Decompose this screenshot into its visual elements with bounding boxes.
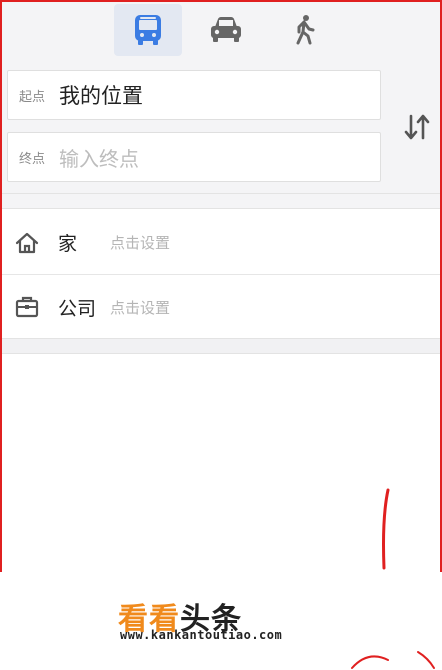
- start-label: 起点: [19, 89, 46, 105]
- saved-places-list: 家 点击设置 公司 点击设置: [2, 208, 440, 338]
- work-hint: 点击设置: [110, 298, 171, 317]
- section-gap: [2, 194, 440, 208]
- walk-icon: [296, 15, 315, 45]
- car-icon: [211, 17, 241, 42]
- watermark-url: www.kankantoutiao.com: [120, 628, 283, 642]
- red-scribble-mark: [382, 488, 390, 570]
- car-mode-tab[interactable]: [192, 4, 260, 56]
- red-arc-mark: [351, 651, 435, 669]
- home-place-item[interactable]: 家 点击设置: [2, 211, 440, 275]
- bus-mode-tab[interactable]: [114, 4, 182, 56]
- walk-mode-tab[interactable]: [270, 4, 338, 56]
- swap-icon: [404, 114, 430, 140]
- home-icon: [14, 230, 40, 256]
- briefcase-icon: [14, 294, 40, 320]
- list-footer-strip: [2, 338, 440, 354]
- destination-placeholder: 输入终点: [59, 146, 139, 171]
- home-label: 家: [58, 233, 78, 255]
- transport-mode-bar: [2, 2, 440, 60]
- route-panel: 起点 我的位置 终点 输入终点: [2, 60, 440, 194]
- work-label: 公司: [58, 297, 97, 320]
- start-value: 我的位置: [59, 84, 143, 108]
- destination-field[interactable]: 终点 输入终点: [7, 132, 381, 182]
- start-field[interactable]: 起点 我的位置: [7, 70, 381, 120]
- home-hint: 点击设置: [110, 234, 171, 252]
- bus-icon: [135, 15, 161, 45]
- swap-button[interactable]: [400, 110, 434, 144]
- end-label: 终点: [19, 151, 46, 167]
- work-place-item[interactable]: 公司 点击设置: [2, 275, 440, 339]
